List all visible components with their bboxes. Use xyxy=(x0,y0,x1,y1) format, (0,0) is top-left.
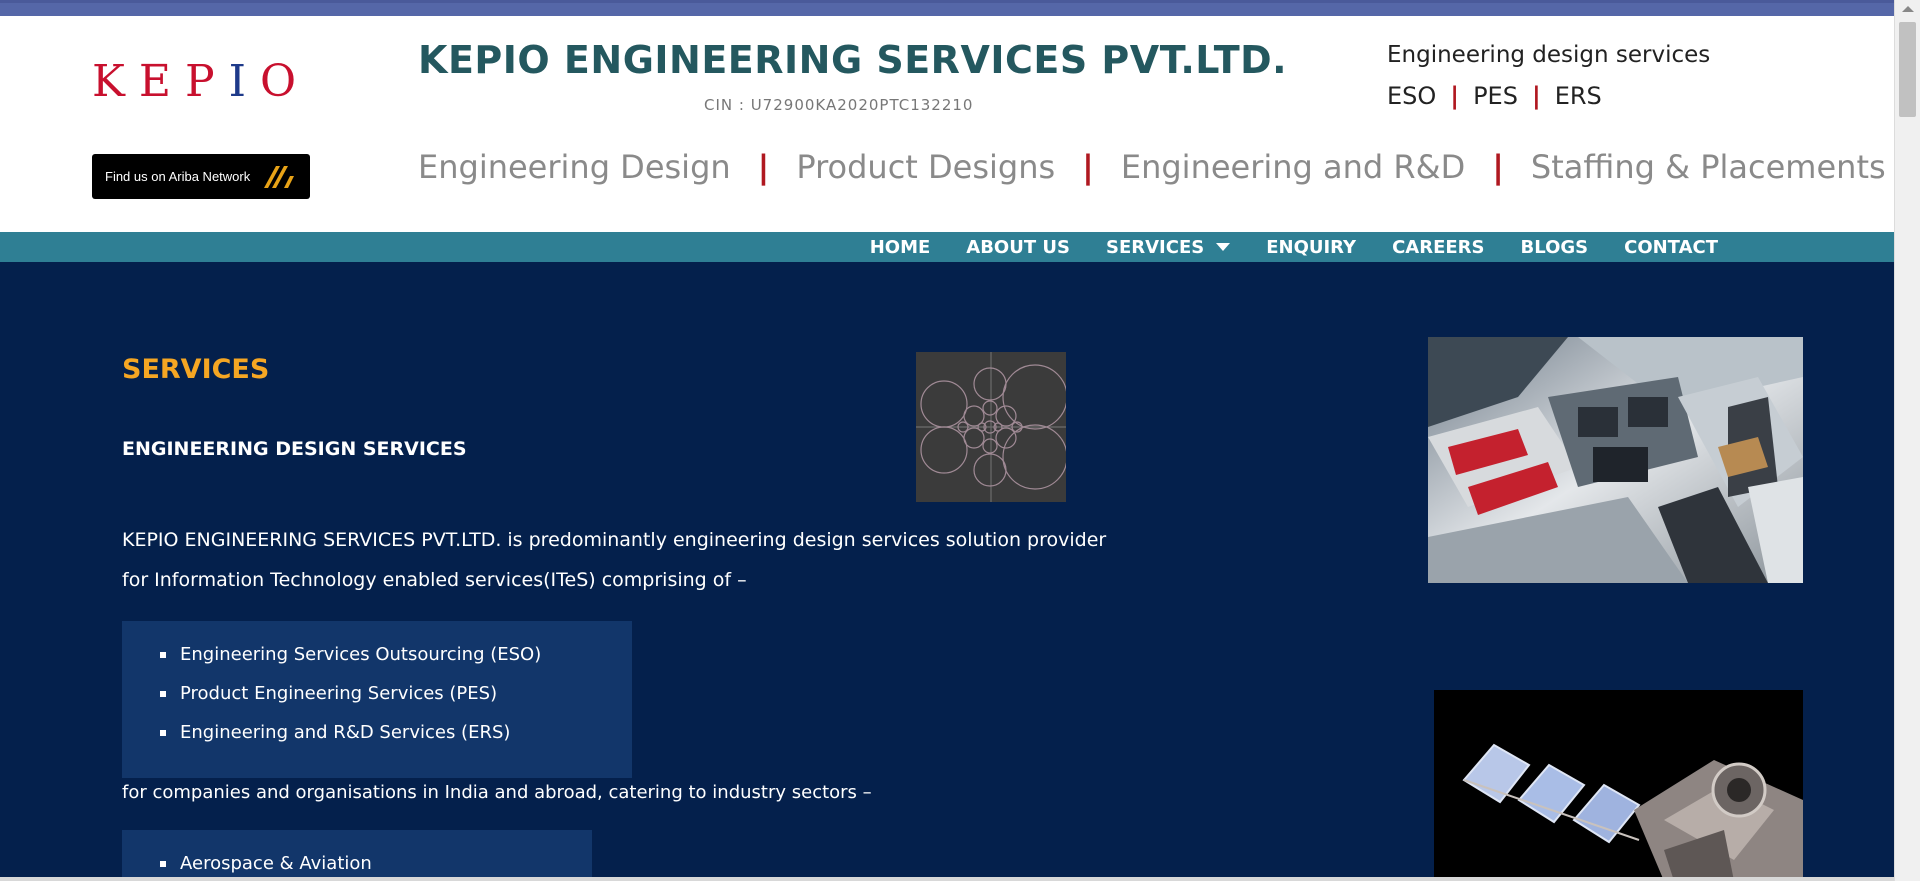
service-list: Engineering Services Outsourcing (ESO) P… xyxy=(122,621,632,752)
sector-list: Aerospace & Aviation xyxy=(122,830,592,881)
tag-separator: | xyxy=(1531,82,1541,110)
menu-services[interactable]: SERVICES xyxy=(1088,237,1248,258)
category-nav: Engineering Design | Product Designs | E… xyxy=(418,148,1886,186)
menu-careers[interactable]: CAREERS xyxy=(1374,237,1502,258)
satellite-image xyxy=(1434,690,1803,881)
site-header: KEPIO Find us on Ariba Network KEPIO ENG… xyxy=(0,16,1894,232)
menu-home[interactable]: HOME xyxy=(852,237,949,258)
top-accent-strip xyxy=(0,0,1894,16)
category-staffing-placements[interactable]: Staffing & Placements xyxy=(1531,148,1886,186)
category-separator: | xyxy=(1492,148,1504,186)
tag-ers: ERS xyxy=(1554,82,1602,110)
menu-contact[interactable]: CONTACT xyxy=(1606,237,1736,258)
main-menu-bar: HOME ABOUT US SERVICES ENQUIRY CAREERS B… xyxy=(0,232,1894,262)
cin-number: CIN : U72900KA2020PTC132210 xyxy=(704,96,974,114)
cockpit-image xyxy=(1428,337,1803,583)
scrollbar-thumb[interactable] xyxy=(1899,22,1916,117)
tag-eso: ESO xyxy=(1387,82,1437,110)
category-separator: | xyxy=(757,148,770,186)
menu-enquiry[interactable]: ENQUIRY xyxy=(1248,237,1374,258)
sectors-paragraph: for companies and organisations in India… xyxy=(122,782,872,803)
kepio-logo[interactable]: KEPIO xyxy=(92,60,310,104)
page: KEPIO Find us on Ariba Network KEPIO ENG… xyxy=(0,0,1920,881)
list-item: Engineering Services Outsourcing (ESO) xyxy=(160,635,632,674)
tagline-items: ESO | PES | ERS xyxy=(1387,82,1602,110)
list-item: Product Engineering Services (PES) xyxy=(160,674,632,713)
geometric-circles-image xyxy=(916,352,1066,502)
ariba-network-button[interactable]: Find us on Ariba Network xyxy=(92,154,310,199)
list-item: Aerospace & Aviation xyxy=(160,844,592,881)
tag-separator: | xyxy=(1450,82,1460,110)
category-engineering-rnd[interactable]: Engineering and R&D xyxy=(1121,148,1465,186)
company-name: KEPIO ENGINEERING SERVICES PVT.LTD. xyxy=(418,38,1288,82)
main-content: SERVICES ENGINEERING DESIGN SERVICES KEP… xyxy=(0,262,1894,881)
ariba-label: Find us on Ariba Network xyxy=(105,169,251,184)
vertical-scrollbar[interactable] xyxy=(1894,0,1920,881)
tag-pes: PES xyxy=(1473,82,1518,110)
menu-services-label: SERVICES xyxy=(1105,236,1205,258)
tagline: Engineering design services xyxy=(1387,42,1711,68)
section-title: SERVICES xyxy=(122,354,270,385)
scroll-up-arrow-icon[interactable] xyxy=(1902,6,1914,12)
category-separator: | xyxy=(1082,148,1094,186)
main-menu: HOME ABOUT US SERVICES ENQUIRY CAREERS B… xyxy=(852,232,1736,262)
ariba-logo-icon xyxy=(264,166,294,188)
bottom-edge xyxy=(0,877,1894,881)
service-list-box: Engineering Services Outsourcing (ESO) P… xyxy=(122,621,632,778)
dropdown-caret-icon xyxy=(1216,243,1231,251)
menu-blogs[interactable]: BLOGS xyxy=(1503,237,1607,258)
category-product-designs[interactable]: Product Designs xyxy=(796,148,1055,186)
category-engineering-design[interactable]: Engineering Design xyxy=(418,148,731,186)
list-item: Engineering and R&D Services (ERS) xyxy=(160,713,632,752)
intro-paragraph: KEPIO ENGINEERING SERVICES PVT.LTD. is p… xyxy=(122,529,1107,591)
section-subtitle: ENGINEERING DESIGN SERVICES xyxy=(122,438,467,460)
sector-list-box: Aerospace & Aviation xyxy=(122,830,592,881)
menu-about-us[interactable]: ABOUT US xyxy=(948,237,1088,258)
